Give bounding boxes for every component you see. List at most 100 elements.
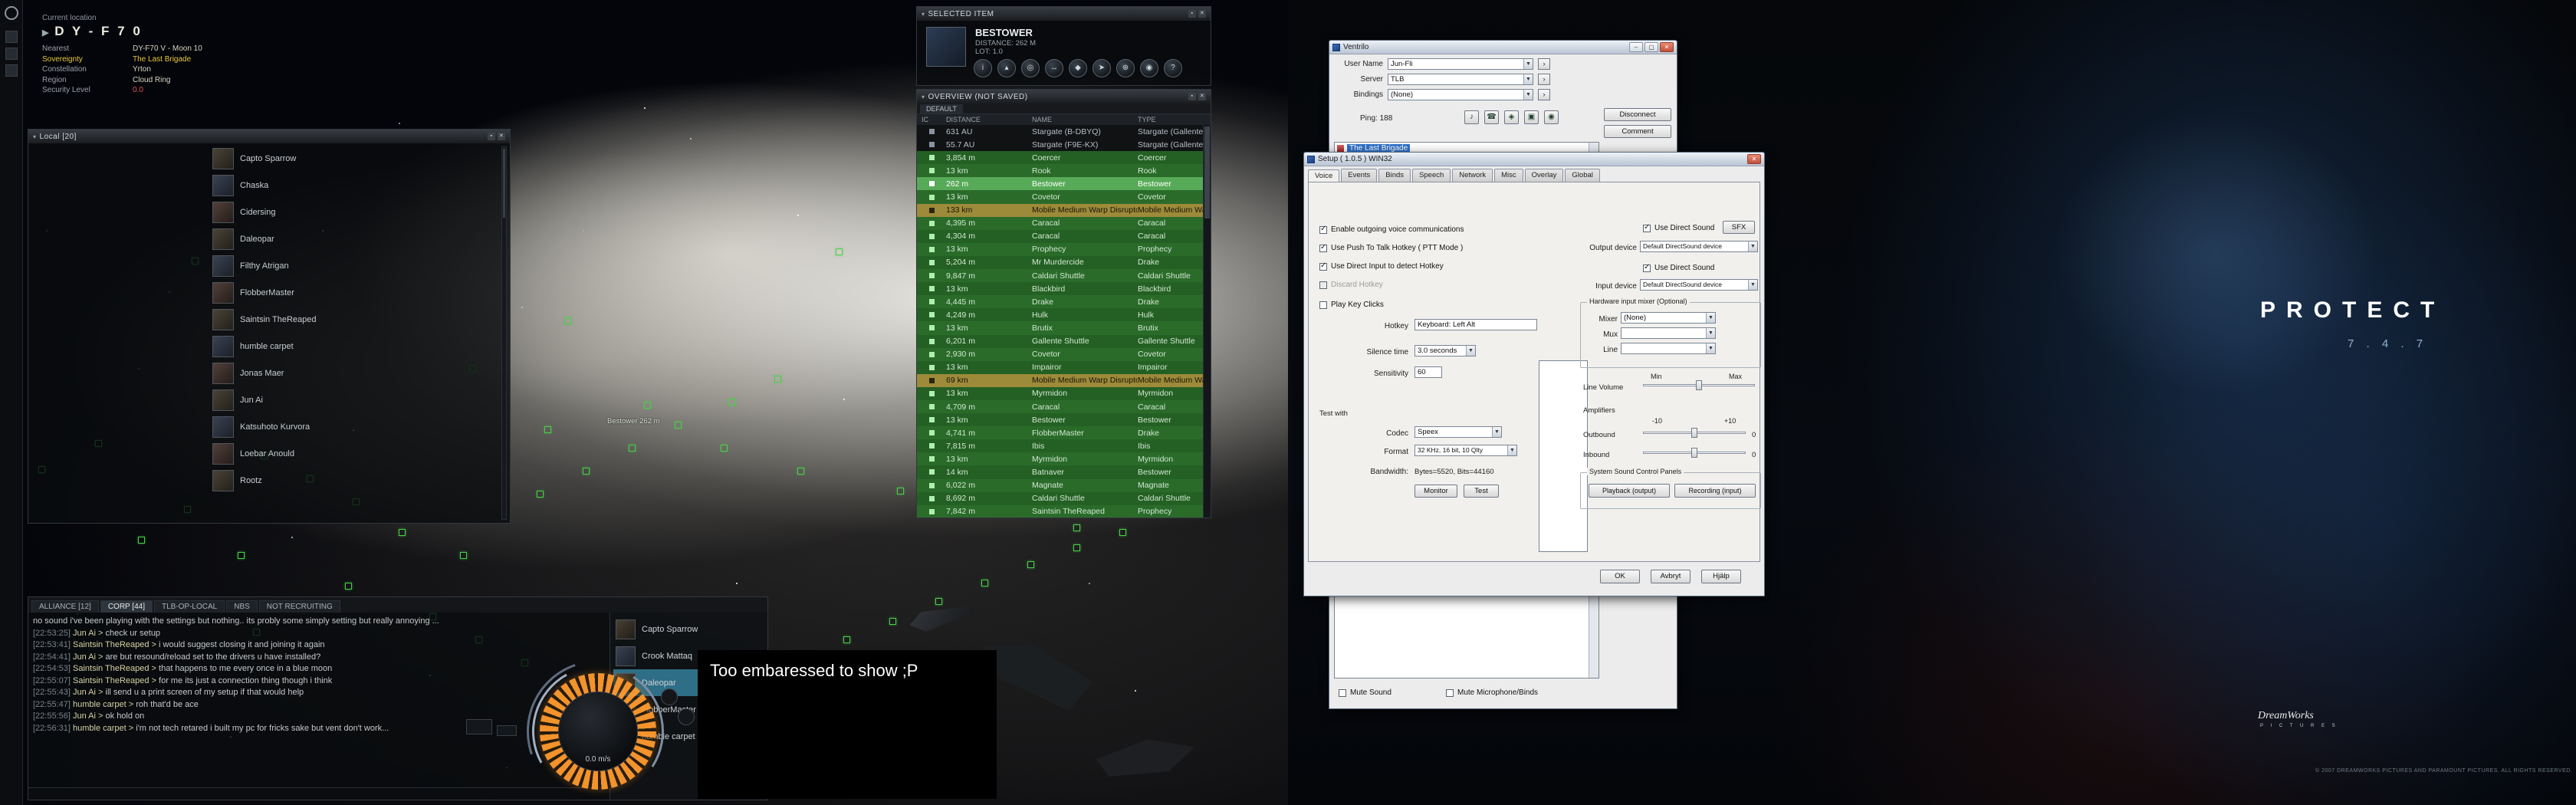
overview-row[interactable]: 4,741 m FlobberMaster Drake [917, 426, 1203, 440]
sensitivity-field[interactable]: 60 [1414, 366, 1442, 378]
selected-ship-label[interactable]: Bestower 262 m [607, 417, 660, 426]
overview-row[interactable]: 4,304 m Caracal Caracal [917, 229, 1203, 243]
test-output-list[interactable] [1539, 360, 1588, 552]
setup-tab[interactable]: Network [1452, 169, 1493, 182]
overview-row[interactable]: 13 km Myrmidon Myrmidon [917, 452, 1203, 466]
target-bracket-icon[interactable] [238, 552, 245, 559]
target-bracket-icon[interactable] [843, 636, 850, 643]
overview-row[interactable]: 6,201 m Gallente Shuttle Gallente Shuttl… [917, 334, 1203, 348]
local-member-row[interactable]: Jonas Maer [211, 360, 499, 386]
target-bracket-icon[interactable] [1073, 524, 1080, 531]
overview-row[interactable]: 5,204 m Mr Murdercide Drake [917, 255, 1203, 270]
show-info-icon[interactable]: i [974, 59, 992, 77]
output-device-dropdown[interactable]: Default DirectSound device ▼ [1640, 241, 1758, 252]
setup-tab[interactable]: Overlay [1524, 169, 1564, 182]
cancel-button[interactable]: Avbryt [1651, 570, 1691, 583]
maximize-button[interactable]: ▢ [1644, 42, 1658, 52]
chat-tab[interactable]: TLB-OP-LOCAL [153, 600, 225, 613]
target-bracket-icon[interactable] [889, 618, 896, 625]
overview-row[interactable]: 7,842 m Saintsin TheReaped Prophecy [917, 504, 1203, 518]
test-button[interactable]: Test [1464, 485, 1499, 498]
overview-row[interactable]: 14 km Batnaver Bestower [917, 465, 1203, 479]
overview-row[interactable]: 2,930 m Covetor Covetor [917, 347, 1203, 361]
field-dropdown[interactable]: TLB ▼ [1388, 74, 1533, 85]
hotkey-field[interactable]: Keyboard: Left Alt [1414, 319, 1537, 330]
setup-tab[interactable]: Global [1565, 169, 1600, 182]
broadcast-icon[interactable]: ◈ [1504, 110, 1519, 124]
sfx-button[interactable]: SFX [1723, 221, 1755, 234]
chat-member-row[interactable]: Capto Sparrow [613, 616, 767, 642]
input-device-dropdown[interactable]: Default DirectSound device ▼ [1640, 279, 1758, 291]
chat-input[interactable] [28, 787, 605, 800]
hud-readout[interactable] [497, 725, 517, 736]
target-bracket-icon[interactable] [897, 488, 904, 495]
local-member-row[interactable]: Cidersing [211, 199, 499, 225]
close-button[interactable]: ✕ [1660, 42, 1674, 52]
close-icon[interactable]: ✕ [498, 133, 505, 140]
map-icon[interactable] [5, 64, 18, 77]
warp-to-icon[interactable]: ➤ [1092, 59, 1111, 77]
align-icon[interactable]: ◆ [1069, 59, 1087, 77]
mute-mic-icon[interactable]: ▣ [1524, 110, 1539, 124]
scrollbar[interactable] [501, 146, 507, 520]
phone-icon[interactable]: ☎ [1484, 110, 1499, 124]
target-bracket-icon[interactable] [774, 376, 781, 383]
line-dropdown[interactable]: ▼ [1621, 343, 1716, 354]
overview-row[interactable]: 13 km Prophecy Prophecy [917, 242, 1203, 256]
minimize-button[interactable]: – [1629, 42, 1643, 52]
voice-option-checkbox[interactable]: Play Key Clicks [1319, 301, 1384, 309]
minimize-icon[interactable]: ▪ [1188, 93, 1196, 100]
lock-target-icon[interactable]: ⊕ [1116, 59, 1135, 77]
overview-row[interactable]: 13 km Covetor Covetor [917, 190, 1203, 204]
chat-tab[interactable]: NBS [226, 600, 258, 613]
local-member-row[interactable]: Rootz [211, 467, 499, 494]
overview-row[interactable]: 55.7 AU Stargate (F9E-KX) Stargate (Gall… [917, 138, 1203, 152]
target-bracket-icon[interactable] [537, 491, 544, 498]
line-volume-slider[interactable] [1643, 380, 1755, 390]
setup-tab[interactable]: Binds [1378, 169, 1411, 182]
setup-tab[interactable]: Events [1341, 169, 1378, 182]
target-bracket-icon[interactable] [564, 317, 571, 324]
overview-row[interactable]: 69 km Mobile Medium Warp Disruptor I Mob… [917, 373, 1203, 387]
mute-microphone-checkbox[interactable]: Mute Microphone/Binds [1446, 688, 1538, 697]
target-bracket-icon[interactable] [935, 598, 942, 605]
overview-row[interactable]: 13 km Impairor Impairor [917, 360, 1203, 374]
ventrilo-titlebar[interactable]: Ventrilo – ▢ ✕ [1329, 41, 1677, 54]
silence-time-dropdown[interactable]: 3.0 seconds ▼ [1414, 345, 1476, 356]
close-icon[interactable]: ✕ [1198, 10, 1206, 18]
chat-icon[interactable] [5, 31, 18, 43]
target-bracket-icon[interactable] [138, 537, 145, 544]
disconnect-button[interactable]: Disconnect [1604, 108, 1671, 121]
target-bracket-icon[interactable] [836, 248, 843, 255]
chat-tab[interactable]: NOT RECRUITING [258, 600, 340, 613]
local-member-row[interactable]: Capto Sparrow [211, 145, 499, 172]
close-icon[interactable]: ✕ [1198, 93, 1206, 100]
target-bracket-icon[interactable] [345, 583, 352, 590]
overview-row[interactable]: 631 AU Stargate (B-DBYQ) Stargate (Galle… [917, 125, 1203, 139]
overview-row[interactable]: 4,709 m Caracal Caracal [917, 399, 1203, 414]
target-bracket-icon[interactable] [460, 552, 467, 559]
format-dropdown[interactable]: 32 KHz, 16 bit, 10 Qlty ▼ [1414, 445, 1517, 456]
module-slot[interactable] [678, 708, 695, 725]
field-edit-button[interactable]: › [1538, 58, 1550, 70]
target-bracket-icon[interactable] [583, 468, 590, 475]
local-member-row[interactable]: Loebar Anould [211, 440, 499, 467]
voice-option-checkbox[interactable]: Use Push To Talk Hotkey ( PTT Mode ) [1319, 243, 1463, 252]
people-icon[interactable] [5, 48, 18, 60]
local-member-row[interactable]: Katsuhoto Kurvora [211, 413, 499, 440]
target-bracket-icon[interactable] [544, 426, 551, 433]
local-member-row[interactable]: Saintsin TheReaped [211, 306, 499, 333]
direct-sound-output-checkbox[interactable]: Use Direct Sound [1643, 223, 1714, 232]
target-bracket-icon[interactable] [981, 580, 988, 586]
speaker-icon[interactable]: ♪ [1464, 110, 1479, 124]
field-dropdown[interactable]: Jun-Fli ▼ [1388, 58, 1533, 70]
overview-tab-default[interactable]: DEFAULT [920, 104, 963, 113]
target-bracket-icon[interactable] [644, 402, 651, 409]
overview-row[interactable]: 13 km Myrmidon Myrmidon [917, 386, 1203, 400]
overview-row[interactable]: 4,395 m Caracal Caracal [917, 216, 1203, 230]
overview-row[interactable]: 133 km Mobile Medium Warp Disruptor I Mo… [917, 203, 1203, 217]
recording-input-button[interactable]: Recording (input) [1674, 484, 1756, 498]
look-at-icon[interactable]: ◉ [1140, 59, 1158, 77]
overview-row[interactable]: 9,847 m Caldari Shuttle Caldari Shuttle [917, 269, 1203, 283]
ok-button[interactable]: OK [1600, 570, 1640, 583]
